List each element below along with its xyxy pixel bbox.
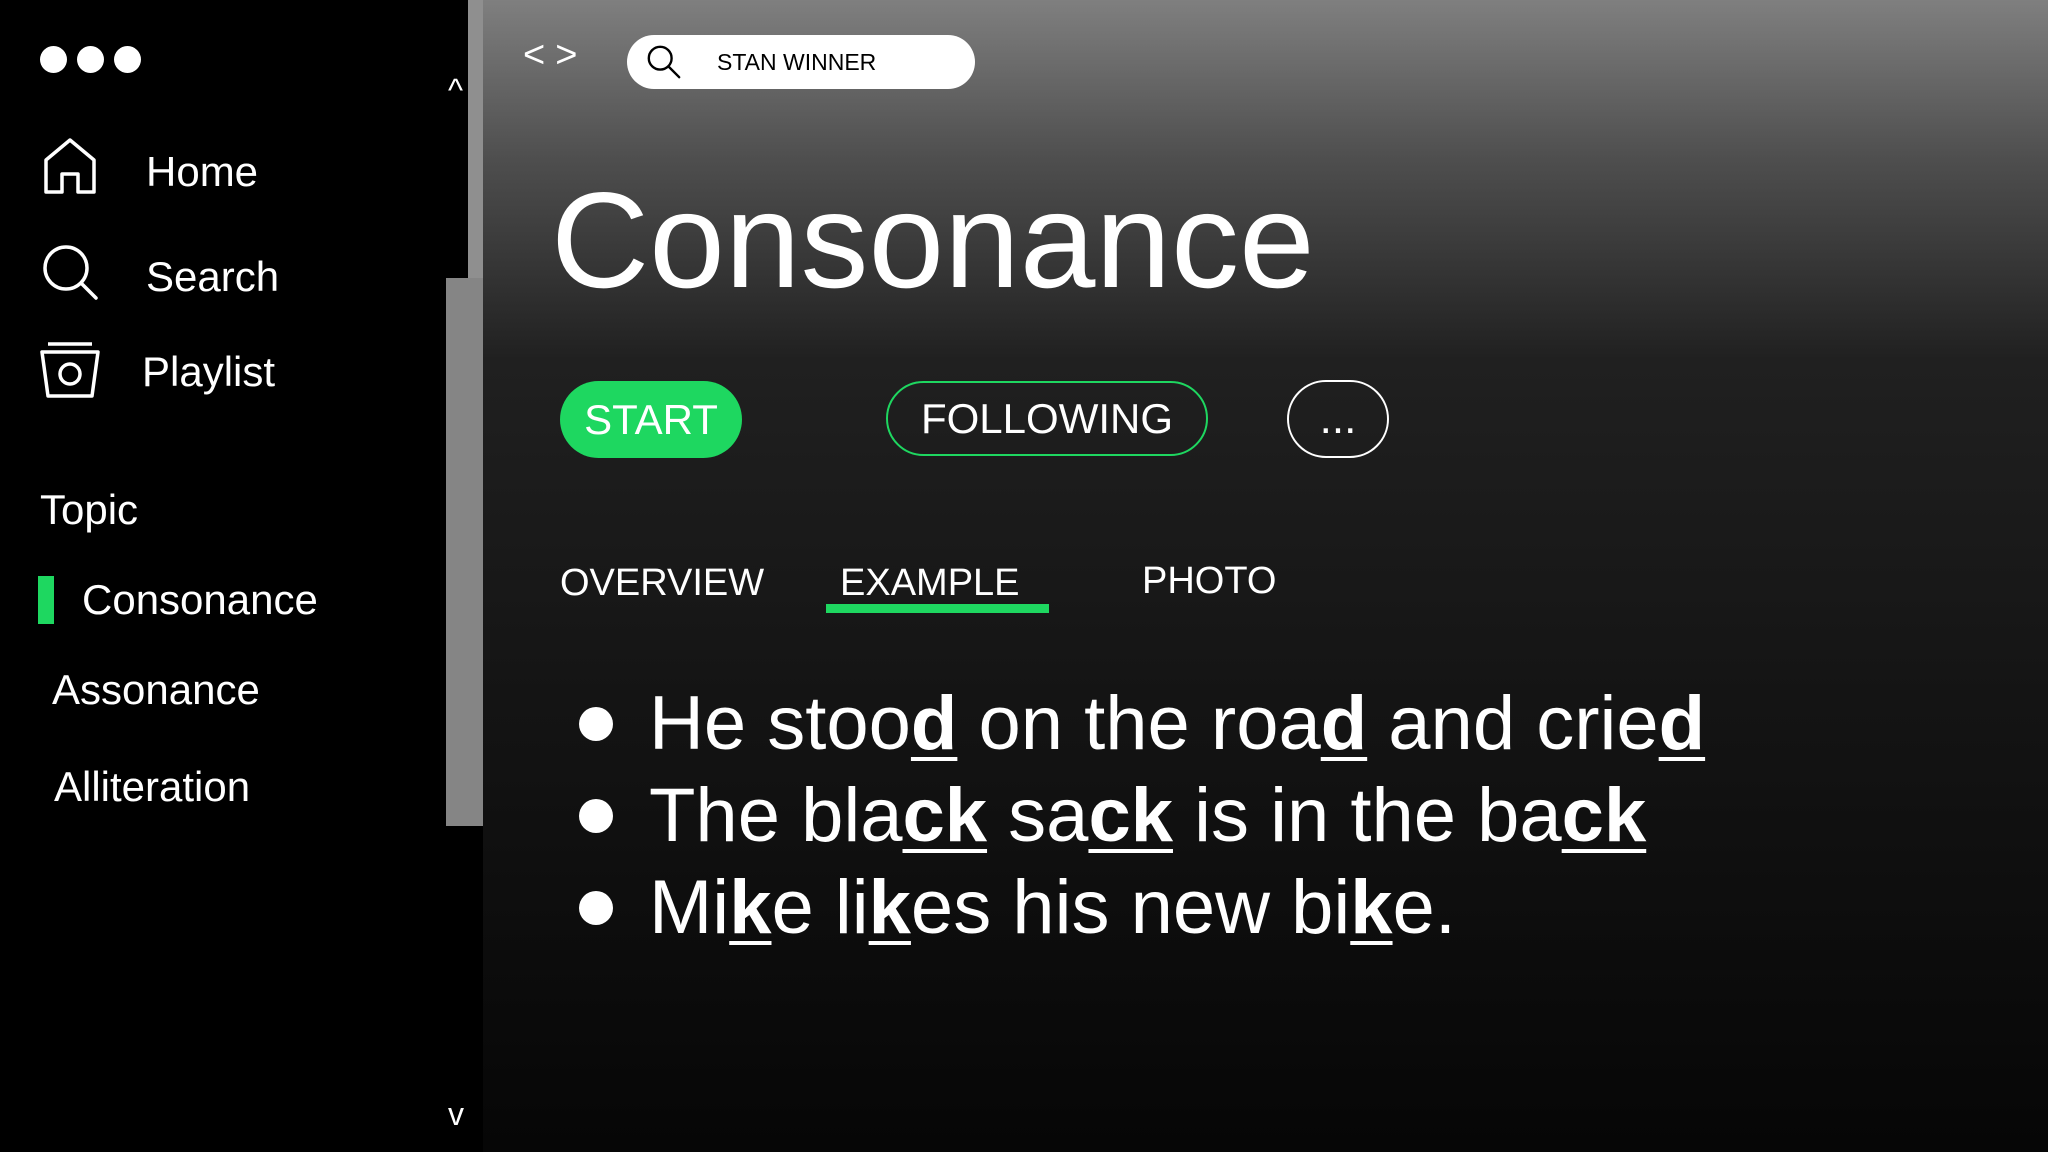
consonant-highlight: ck — [902, 773, 988, 858]
bullet-icon — [579, 798, 613, 833]
active-topic-indicator — [38, 576, 54, 624]
window-dot-2[interactable] — [77, 46, 104, 73]
tab-example[interactable]: EXAMPLE — [840, 562, 1020, 605]
example-segment: on the roa — [957, 681, 1321, 766]
topic-item-alliteration[interactable]: Alliteration — [54, 763, 250, 811]
search-icon — [43, 245, 98, 300]
list-item: The black sack is in the back — [579, 772, 1646, 859]
search-input[interactable]: STAN WINNER — [627, 35, 975, 89]
window-dot-3[interactable] — [114, 46, 141, 73]
sidebar: Home Search Playlist Topic Consonance As… — [0, 0, 468, 1152]
topic-item-assonance[interactable]: Assonance — [52, 666, 260, 714]
example-segment: He stoo — [649, 681, 911, 766]
consonant-highlight: k — [729, 865, 772, 950]
search-value: STAN WINNER — [717, 49, 877, 75]
list-item: Mike likes his new bike. — [579, 864, 1456, 951]
window-dot-1[interactable] — [40, 46, 67, 73]
more-options-icon: ... — [1319, 394, 1357, 443]
nav-label-home: Home — [146, 148, 259, 195]
consonant-highlight: ck — [1088, 773, 1173, 858]
example-segment: e. — [1392, 865, 1456, 950]
example-segment: es his new bi — [910, 865, 1351, 950]
scrollbar-thumb[interactable] — [446, 278, 483, 826]
example-segment: sa — [987, 773, 1089, 858]
example-segment: The bla — [649, 773, 903, 858]
scroll-up-arrow[interactable]: ^ — [448, 72, 463, 109]
page-title: Consonance — [551, 164, 1315, 316]
scrollbar-track-upper — [468, 0, 483, 278]
main-content: <> STAN WINNER Consonance START FOLLOWIN… — [483, 0, 2048, 1152]
example-segment: and crie — [1367, 681, 1659, 766]
more-options-button[interactable]: ... — [1287, 380, 1389, 458]
consonant-highlight: k — [868, 865, 911, 950]
playlist-icon — [40, 342, 100, 398]
consonant-highlight: d — [1658, 681, 1706, 766]
example-segment: Mi — [649, 865, 730, 950]
example-text: He stood on the road and cried — [649, 680, 1705, 767]
nav-label-playlist: Playlist — [142, 348, 276, 395]
nav-label-search: Search — [146, 253, 280, 300]
back-button[interactable]: < — [523, 34, 555, 76]
consonant-highlight: d — [1320, 681, 1368, 766]
topic-item-consonance[interactable]: Consonance — [82, 576, 318, 624]
tab-overview[interactable]: OVERVIEW — [560, 562, 764, 605]
home-icon — [44, 138, 96, 194]
tab-photo[interactable]: PHOTO — [1142, 560, 1276, 603]
consonant-highlight: d — [910, 681, 958, 766]
search-icon — [647, 45, 681, 79]
consonant-highlight: k — [1350, 865, 1393, 950]
start-button[interactable]: START — [560, 381, 742, 458]
bullet-icon — [579, 706, 613, 741]
example-segment: is in the ba — [1172, 773, 1562, 858]
active-tab-underline — [826, 604, 1049, 613]
bullet-icon — [579, 890, 613, 925]
list-item: He stood on the road and cried — [579, 680, 1705, 767]
forward-button[interactable]: > — [555, 34, 587, 76]
following-button[interactable]: FOLLOWING — [886, 381, 1208, 456]
consonant-highlight: ck — [1561, 773, 1647, 858]
window-controls[interactable] — [40, 46, 141, 73]
scroll-down-arrow[interactable]: v — [448, 1096, 464, 1133]
history-nav: <> — [523, 34, 587, 77]
example-text: The black sack is in the back — [649, 772, 1646, 859]
example-text: Mike likes his new bike. — [649, 864, 1456, 951]
example-segment: e li — [771, 865, 869, 950]
topic-heading: Topic — [40, 486, 139, 533]
